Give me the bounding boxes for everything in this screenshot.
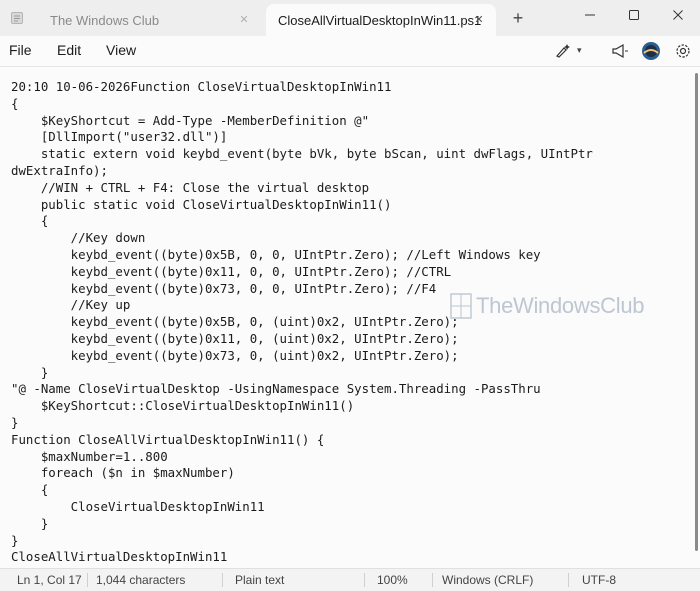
code-line[interactable]: 20:10 10-06-2026Function CloseVirtualDes…: [11, 79, 686, 96]
code-line[interactable]: }: [11, 533, 686, 550]
title-bar: The Windows Club ✕ CloseAllVirtualDeskto…: [0, 0, 700, 36]
menu-view[interactable]: View: [106, 42, 136, 58]
divider: [87, 573, 88, 587]
code-line[interactable]: {: [11, 96, 686, 113]
code-line[interactable]: keybd_event((byte)0x5B, 0, (uint)0x2, UI…: [11, 314, 686, 331]
code-line[interactable]: keybd_event((byte)0x73, 0, (uint)0x2, UI…: [11, 348, 686, 365]
tab-label: CloseAllVirtualDesktopInWin11.ps1: [278, 12, 482, 28]
menu-edit[interactable]: Edit: [57, 42, 81, 58]
code-line[interactable]: keybd_event((byte)0x5B, 0, 0, UIntPtr.Ze…: [11, 247, 686, 264]
character-count: 1,044 characters: [96, 573, 186, 587]
code-line[interactable]: {: [11, 482, 686, 499]
code-line[interactable]: }: [11, 415, 686, 432]
account-avatar-icon: [642, 42, 660, 60]
copilot-write-button[interactable]: [553, 40, 575, 62]
code-line[interactable]: Function CloseAllVirtualDesktopInWin11()…: [11, 432, 686, 449]
tab-close-all-virtual-desktop[interactable]: CloseAllVirtualDesktopInWin11.ps1 ✕: [266, 4, 496, 36]
divider: [568, 573, 569, 587]
code-line[interactable]: [DllImport("user32.dll")]: [11, 129, 686, 146]
code-line[interactable]: {: [11, 213, 686, 230]
announcement-button[interactable]: [609, 40, 631, 62]
new-tab-button[interactable]: +: [507, 8, 529, 30]
maximize-button[interactable]: [612, 0, 656, 30]
status-bar: Ln 1, Col 17 1,044 characters Plain text…: [0, 568, 700, 591]
code-line[interactable]: //WIN + CTRL + F4: Close the virtual des…: [11, 180, 686, 197]
code-line[interactable]: }: [11, 365, 686, 382]
text-format[interactable]: Plain text: [235, 573, 284, 587]
menu-bar: File Edit View ▾: [0, 36, 700, 66]
code-line[interactable]: $maxNumber=1..800: [11, 449, 686, 466]
code-line[interactable]: static extern void keybd_event(byte bVk,…: [11, 146, 686, 163]
vertical-scrollbar[interactable]: [695, 73, 698, 551]
code-line[interactable]: dwExtraInfo);: [11, 163, 686, 180]
code-line[interactable]: //Key down: [11, 230, 686, 247]
window-close-button[interactable]: [656, 0, 700, 30]
maximize-icon: [629, 10, 639, 20]
notepad-icon: [10, 11, 24, 25]
code-content[interactable]: 20:10 10-06-2026Function CloseVirtualDes…: [11, 79, 686, 566]
code-line[interactable]: $KeyShortcut::CloseVirtualDesktopInWin11…: [11, 398, 686, 415]
code-line[interactable]: CloseAllVirtualDesktopInWin11: [11, 549, 686, 566]
code-line[interactable]: public static void CloseVirtualDesktopIn…: [11, 197, 686, 214]
close-icon[interactable]: ✕: [237, 13, 251, 27]
divider: [432, 573, 433, 587]
code-line[interactable]: "@ -Name CloseVirtualDesktop -UsingNames…: [11, 381, 686, 398]
code-line[interactable]: keybd_event((byte)0x11, 0, (uint)0x2, UI…: [11, 331, 686, 348]
minimize-icon: [585, 14, 595, 16]
tab-label: The Windows Club: [50, 12, 160, 28]
line-ending[interactable]: Windows (CRLF): [442, 573, 533, 587]
code-line[interactable]: }: [11, 516, 686, 533]
code-line[interactable]: //Key up: [11, 297, 686, 314]
divider: [222, 573, 223, 587]
encoding[interactable]: UTF-8: [582, 573, 616, 587]
text-editor[interactable]: TheWindowsClub 20:10 10-06-2026Function …: [0, 66, 700, 569]
menu-file[interactable]: File: [9, 42, 32, 58]
minimize-button[interactable]: [568, 0, 612, 30]
cursor-position[interactable]: Ln 1, Col 17: [17, 573, 82, 587]
copilot-write-icon: [556, 44, 570, 58]
announcement-icon: [612, 43, 628, 59]
settings-button[interactable]: [672, 40, 694, 62]
divider: [364, 573, 365, 587]
tab-the-windows-club[interactable]: The Windows Club ✕: [36, 4, 261, 36]
settings-gear-icon: [676, 44, 690, 58]
close-icon: [673, 10, 683, 20]
code-line[interactable]: foreach ($n in $maxNumber): [11, 465, 686, 482]
plus-icon: +: [512, 8, 524, 28]
chevron-down-icon[interactable]: ▾: [577, 45, 582, 56]
code-line[interactable]: $KeyShortcut = Add-Type -MemberDefinitio…: [11, 113, 686, 130]
code-line[interactable]: keybd_event((byte)0x11, 0, 0, UIntPtr.Ze…: [11, 264, 686, 281]
code-line[interactable]: CloseVirtualDesktopInWin11: [11, 499, 686, 516]
code-line[interactable]: keybd_event((byte)0x73, 0, 0, UIntPtr.Ze…: [11, 281, 686, 298]
close-icon[interactable]: ✕: [472, 13, 486, 27]
zoom-level[interactable]: 100%: [377, 573, 408, 587]
account-avatar-button[interactable]: [640, 40, 662, 62]
